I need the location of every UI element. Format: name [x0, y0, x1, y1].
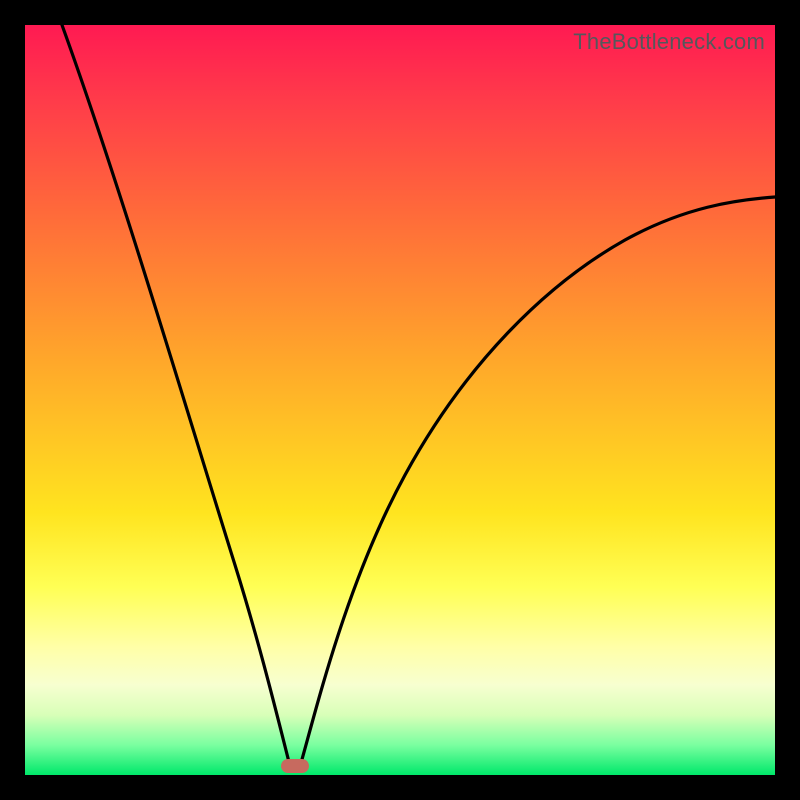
curve-left-branch [62, 25, 291, 770]
optimal-point-marker [281, 759, 309, 773]
plot-area: TheBottleneck.com [25, 25, 775, 775]
chart-frame: TheBottleneck.com [0, 0, 800, 800]
curve-right-branch [299, 197, 775, 770]
bottleneck-curve [25, 25, 775, 775]
